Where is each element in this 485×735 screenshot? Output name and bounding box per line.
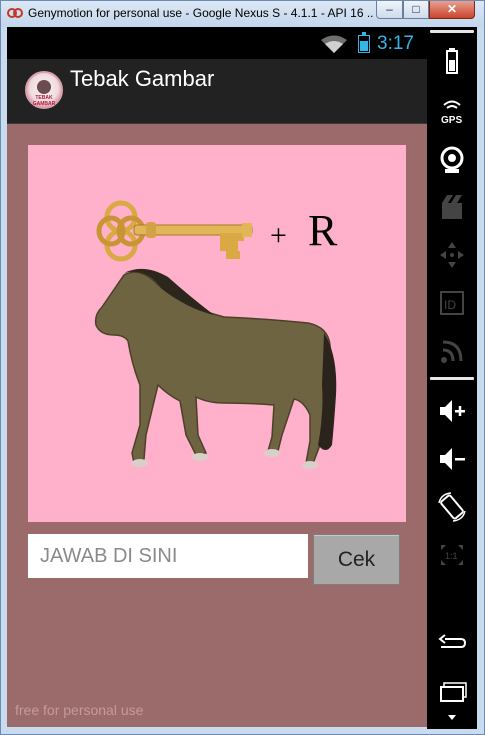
control-panel: GPS ID 1:1 bbox=[427, 27, 477, 729]
svg-text:GPS: GPS bbox=[441, 115, 462, 126]
volume-up-icon[interactable] bbox=[427, 393, 477, 429]
puzzle-illustration: + R bbox=[94, 200, 338, 469]
rotate-icon[interactable] bbox=[427, 489, 477, 525]
video-icon[interactable] bbox=[427, 191, 477, 227]
window-titlebar[interactable]: Genymotion for personal use - Google Nex… bbox=[1, 1, 484, 27]
maximize-button[interactable]: □ bbox=[403, 1, 429, 19]
back-icon[interactable] bbox=[427, 625, 477, 661]
key-icon bbox=[96, 200, 253, 262]
android-screen: 3:17 TEBAK GAMBAR Tebak Gambar + R JAWAB… bbox=[7, 27, 427, 727]
panel-separator bbox=[430, 30, 474, 33]
close-button[interactable]: ✕ bbox=[429, 1, 475, 19]
emulator-window: Genymotion for personal use - Google Nex… bbox=[0, 0, 485, 735]
gps-icon[interactable]: GPS bbox=[427, 95, 477, 131]
volume-down-icon[interactable] bbox=[427, 441, 477, 477]
status-bar: 3:17 bbox=[7, 27, 427, 59]
recent-apps-icon[interactable] bbox=[427, 673, 477, 709]
genymotion-logo-icon bbox=[7, 8, 23, 18]
plus-sign: + bbox=[270, 219, 287, 252]
menu-down-icon[interactable] bbox=[427, 707, 477, 727]
puzzle-image: + R bbox=[28, 145, 406, 522]
answer-input[interactable] bbox=[28, 534, 308, 578]
camera-icon[interactable] bbox=[427, 141, 477, 177]
dpad-icon[interactable] bbox=[427, 237, 477, 273]
minimize-button[interactable]: – bbox=[376, 1, 403, 19]
scale-icon[interactable]: 1:1 bbox=[427, 537, 477, 573]
app-logo-text: TEBAK GAMBAR bbox=[32, 95, 56, 107]
status-time: 3:17 bbox=[377, 33, 414, 54]
rss-icon[interactable] bbox=[427, 333, 477, 369]
app-title: Tebak Gambar bbox=[70, 66, 215, 91]
panel-separator bbox=[430, 377, 474, 380]
check-button[interactable]: Cek bbox=[313, 534, 400, 585]
battery-icon[interactable] bbox=[427, 45, 477, 81]
app-logo-icon[interactable]: TEBAK GAMBAR bbox=[25, 71, 63, 109]
wifi-icon bbox=[321, 35, 347, 53]
battery-status-icon bbox=[358, 32, 370, 53]
horse-illustration bbox=[94, 268, 337, 469]
letter-r: R bbox=[308, 206, 338, 255]
svg-text:1:1: 1:1 bbox=[445, 551, 458, 561]
window-title: Genymotion for personal use - Google Nex… bbox=[28, 6, 373, 20]
identity-icon[interactable]: ID bbox=[427, 285, 477, 321]
watermark-text: free for personal use bbox=[15, 702, 144, 718]
svg-text:ID: ID bbox=[444, 298, 456, 312]
